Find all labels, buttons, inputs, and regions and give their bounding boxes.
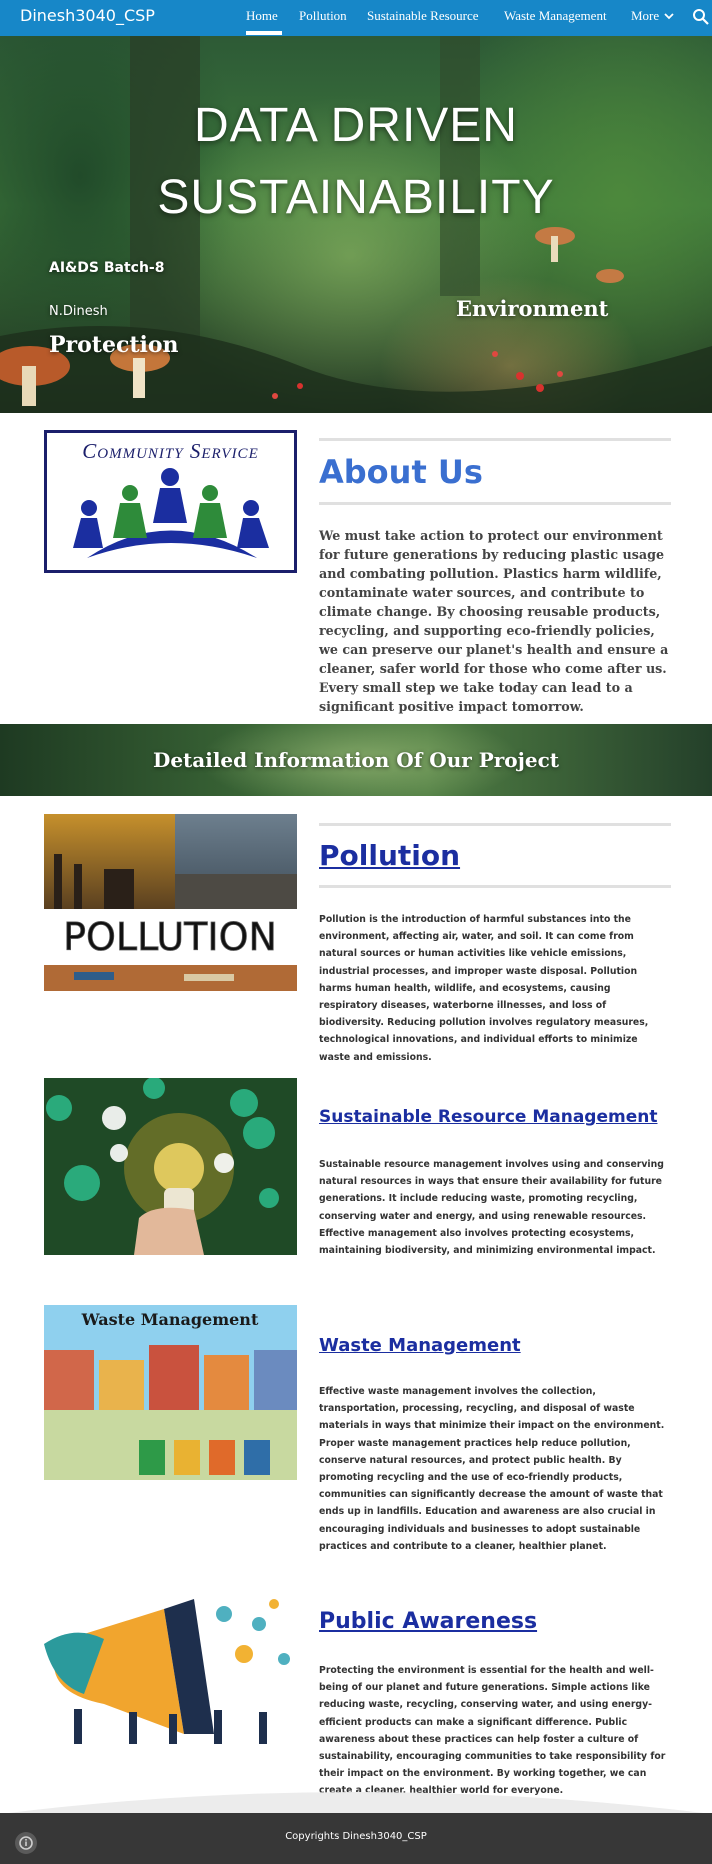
- waste-management-image: Waste Management: [44, 1305, 297, 1480]
- pollution-heading[interactable]: Pollution: [319, 839, 460, 872]
- waste-image-text: Waste Management: [81, 1310, 259, 1329]
- hero-environment: Environment: [456, 296, 609, 321]
- logo-text: Community Service: [82, 439, 259, 463]
- footer-copyright: Copyrights Dinesh3040_CSP: [285, 1831, 427, 1842]
- pollution-rule-top: [319, 823, 671, 826]
- site-title[interactable]: Dinesh3040_CSP: [20, 6, 155, 25]
- footer: Copyrights Dinesh3040_CSP: [0, 1813, 712, 1864]
- info-button[interactable]: [15, 1832, 37, 1854]
- hero-author: N.Dinesh: [49, 304, 108, 319]
- nav-pollution[interactable]: Pollution: [299, 8, 347, 24]
- top-nav: Dinesh3040_CSP Home Pollution Sustainabl…: [0, 0, 712, 36]
- chevron-down-icon[interactable]: [664, 12, 674, 20]
- hero-title-line2: SUSTAINABILITY: [157, 171, 555, 224]
- pollution-image-text: POLLUTION: [63, 915, 277, 959]
- sustainable-resource-image: [44, 1078, 297, 1255]
- sustainable-resource-body: Sustainable resource management involves…: [319, 1159, 664, 1257]
- project-banner: Detailed Information Of Our Project: [0, 724, 712, 796]
- search-icon[interactable]: [692, 8, 710, 26]
- about-body: We must take action to protect our envir…: [319, 528, 669, 714]
- about-rule-bottom: [319, 502, 671, 505]
- hero-protection: Protection: [49, 332, 179, 358]
- nav-active-indicator: [246, 31, 282, 35]
- hero-banner: DATA DRIVEN SUSTAINABILITY AI&DS Batch-8…: [0, 36, 712, 413]
- nav-waste-management[interactable]: Waste Management: [504, 8, 607, 24]
- pollution-body: Pollution is the introduction of harmful…: [319, 914, 649, 1063]
- nav-sustainable-resource[interactable]: Sustainable Resource: [367, 8, 479, 24]
- community-service-logo: Community Service: [44, 430, 297, 573]
- pollution-rule-bottom: [319, 885, 671, 888]
- hero-batch: AI&DS Batch-8: [49, 260, 165, 276]
- nav-home[interactable]: Home: [246, 8, 278, 24]
- info-icon: [19, 1836, 33, 1850]
- pollution-image: POLLUTION: [44, 814, 297, 991]
- waste-management-body: Effective waste management involves the …: [319, 1386, 665, 1552]
- nav-more[interactable]: More: [631, 8, 659, 24]
- sustainable-resource-heading[interactable]: Sustainable Resource Management: [319, 1107, 657, 1127]
- about-heading: About Us: [319, 453, 483, 491]
- public-awareness-body: Protecting the environment is essential …: [319, 1665, 666, 1797]
- banner-title: Detailed Information Of Our Project: [152, 748, 560, 772]
- waste-management-heading[interactable]: Waste Management: [319, 1335, 521, 1356]
- public-awareness-heading[interactable]: Public Awareness: [319, 1609, 537, 1634]
- public-awareness-image: [44, 1584, 297, 1752]
- people-logo-icon: [73, 468, 269, 558]
- hero-title-line1: DATA DRIVEN: [194, 99, 518, 152]
- footer-curve: [0, 1792, 712, 1814]
- about-rule-top: [319, 438, 671, 441]
